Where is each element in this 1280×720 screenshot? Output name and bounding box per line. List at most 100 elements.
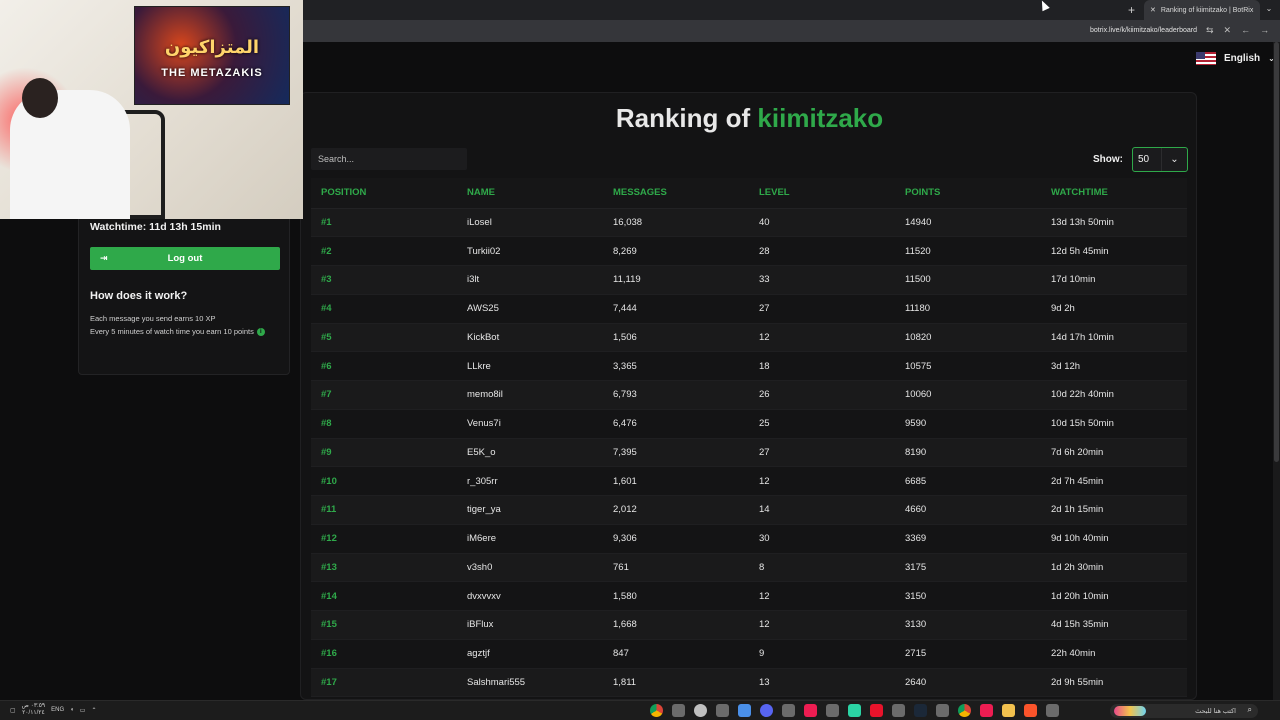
xbox-app-icon[interactable] — [694, 704, 707, 717]
cell-name[interactable]: Turkii02 — [457, 236, 603, 266]
table-row[interactable]: #11 tiger_ya 2,012 14 4660 2d 1h 15min — [311, 495, 1187, 525]
cell-watchtime: 4d 15h 35min — [1041, 610, 1187, 640]
table-row[interactable]: #2 Turkii02 8,269 28 11520 12d 5h 45min — [311, 236, 1187, 266]
generic-app-icon[interactable] — [936, 704, 949, 717]
show-count-select[interactable]: 50 ⌄ — [1132, 147, 1188, 172]
cell-position: #6 — [311, 351, 457, 381]
tab-list-chevron-icon[interactable]: ⌄ — [1262, 4, 1276, 16]
generic-app-icon[interactable] — [1046, 704, 1059, 717]
column-header-level[interactable]: LEVEL — [749, 178, 895, 209]
table-row[interactable]: #14 dvxvvxv 1,580 12 3150 1d 20h 10min — [311, 581, 1187, 611]
scrollbar-thumb[interactable] — [1274, 42, 1279, 462]
search-icon: ⌕ — [1247, 705, 1252, 714]
capcut-app-icon[interactable] — [848, 704, 861, 717]
volume-icon[interactable]: ◖ — [70, 707, 74, 713]
cell-name[interactable]: v3sh0 — [457, 553, 603, 583]
column-header-watchtime[interactable]: WATCHTIME — [1041, 178, 1187, 209]
cell-messages: 847 — [603, 639, 749, 669]
close-icon[interactable]: ✕ — [1224, 25, 1232, 36]
browser-tab[interactable]: ✕ Ranking of kiimitzako | BotRix — [1144, 0, 1260, 20]
cell-name[interactable]: i3lt — [457, 265, 603, 295]
cell-watchtime: 7d 6h 20min — [1041, 438, 1187, 468]
search-input[interactable] — [311, 148, 467, 170]
chevron-down-icon: ⌄ — [1161, 148, 1187, 171]
generic-app-icon[interactable] — [826, 704, 839, 717]
table-row[interactable]: #3 i3lt 11,119 33 11500 17d 10min — [311, 265, 1187, 295]
table-row[interactable]: #5 KickBot 1,506 12 10820 14d 17h 10min — [311, 323, 1187, 353]
cell-name[interactable]: iM6ere — [457, 524, 603, 554]
cell-level: 12 — [749, 581, 895, 611]
table-row[interactable]: #9 E5K_o 7,395 27 8190 7d 6h 20min — [311, 438, 1187, 468]
table-row[interactable]: #12 iM6ere 9,306 30 3369 9d 10h 40min — [311, 524, 1187, 554]
cell-name[interactable]: agztjf — [457, 639, 603, 669]
info-icon[interactable]: i — [256, 328, 265, 337]
cell-name[interactable]: dvxvvxv — [457, 581, 603, 611]
tiktok-app-icon[interactable] — [980, 704, 993, 717]
cell-points: 3130 — [895, 610, 1041, 640]
tiktok-app-icon[interactable] — [804, 704, 817, 717]
folder-app-icon[interactable] — [1002, 704, 1015, 717]
table-row[interactable]: #4 AWS25 7,444 27 11180 9d 2h — [311, 294, 1187, 324]
table-row[interactable]: #16 agztjf 847 9 2715 22h 40min — [311, 639, 1187, 669]
notification-icon[interactable]: ▢ — [10, 707, 16, 714]
steam-app-icon[interactable] — [914, 704, 927, 717]
metazakis-banner-logo: المتزاكيون THE METAZAKIS — [134, 6, 290, 105]
table-row[interactable]: #1 iLosel 16,038 40 14940 13d 13h 50min — [311, 208, 1187, 238]
table-row[interactable]: #15 iBFlux 1,668 12 3130 4d 15h 35min — [311, 610, 1187, 640]
cell-name[interactable]: r_305rr — [457, 466, 603, 496]
tray-overflow-icon[interactable]: ⌃ — [91, 707, 96, 714]
tune-icon[interactable]: ⇆ — [1206, 25, 1214, 36]
new-tab-icon[interactable]: + — [1128, 3, 1135, 17]
cell-name[interactable]: Venus7i — [457, 409, 603, 439]
cell-points: 10060 — [895, 380, 1041, 410]
vpn-app-icon[interactable] — [738, 704, 751, 717]
taskbar-search[interactable]: اكتب هنا للبحث ⌕ — [1110, 704, 1258, 718]
adobe-app-icon[interactable] — [870, 704, 883, 717]
generic-app-icon[interactable] — [672, 704, 685, 717]
cell-watchtime: 2d 9h 55min — [1041, 668, 1187, 698]
logout-button[interactable]: ⇥ Log out — [90, 247, 280, 270]
table-row[interactable]: #10 r_305rr 1,601 12 6685 2d 7h 45min — [311, 466, 1187, 496]
network-icon[interactable]: ▭ — [80, 707, 86, 714]
close-tab-icon[interactable]: ✕ — [1150, 6, 1156, 14]
cell-name[interactable]: KickBot — [457, 323, 603, 353]
table-row[interactable]: #7 memo8il 6,793 26 10060 10d 22h 40min — [311, 380, 1187, 410]
cell-level: 27 — [749, 438, 895, 468]
column-header-messages[interactable]: MESSAGES — [603, 178, 749, 209]
language-selector[interactable]: English ⌄ — [1196, 52, 1275, 65]
chrome-app-icon[interactable] — [650, 704, 663, 717]
back-icon[interactable]: ← — [1241, 25, 1250, 36]
cell-name[interactable]: memo8il — [457, 380, 603, 410]
discord-app-icon[interactable] — [760, 704, 773, 717]
cell-name[interactable]: E5K_o — [457, 438, 603, 468]
generic-app-icon[interactable] — [782, 704, 795, 717]
streamer-head — [22, 78, 58, 118]
brave-app-icon[interactable] — [1024, 704, 1037, 717]
cell-name[interactable]: Salshmari555 — [457, 668, 603, 698]
cell-name[interactable]: tiger_ya — [457, 495, 603, 525]
cell-name[interactable]: iLosel — [457, 208, 603, 238]
cell-name[interactable]: LLkre — [457, 351, 603, 381]
input-language[interactable]: ENG — [51, 707, 64, 713]
column-header-position[interactable]: POSITION — [311, 178, 457, 209]
table-row[interactable]: #6 LLkre 3,365 18 10575 3d 12h — [311, 351, 1187, 381]
forward-icon[interactable]: → — [1260, 25, 1269, 36]
column-header-name[interactable]: NAME — [457, 178, 603, 209]
cell-messages: 11,119 — [603, 265, 749, 295]
generic-app-icon[interactable] — [892, 704, 905, 717]
table-row[interactable]: #13 v3sh0 761 8 3175 1d 2h 30min — [311, 553, 1187, 583]
cell-level: 40 — [749, 208, 895, 238]
cell-name[interactable]: AWS25 — [457, 294, 603, 324]
how-it-works-title: How does it work? — [90, 290, 188, 302]
table-row[interactable]: #17 Salshmari555 1,811 13 2640 2d 9h 55min — [311, 668, 1187, 698]
clock-date: ٢٠/١١/٢٤ — [22, 710, 45, 716]
page-scrollbar[interactable] — [1273, 42, 1280, 700]
url-text[interactable]: botrix.live/k/kiimitzako/leaderboard — [1090, 27, 1197, 34]
column-header-points[interactable]: POINTS — [895, 178, 1041, 209]
clock[interactable]: ٠٣:٥٩ ص ٢٠/١١/٢٤ — [22, 703, 45, 717]
generic-app-icon[interactable] — [716, 704, 729, 717]
chrome-app-icon[interactable] — [958, 704, 971, 717]
table-row[interactable]: #8 Venus7i 6,476 25 9590 10d 15h 50min — [311, 409, 1187, 439]
cell-watchtime: 9d 10h 40min — [1041, 524, 1187, 554]
cell-name[interactable]: iBFlux — [457, 610, 603, 640]
